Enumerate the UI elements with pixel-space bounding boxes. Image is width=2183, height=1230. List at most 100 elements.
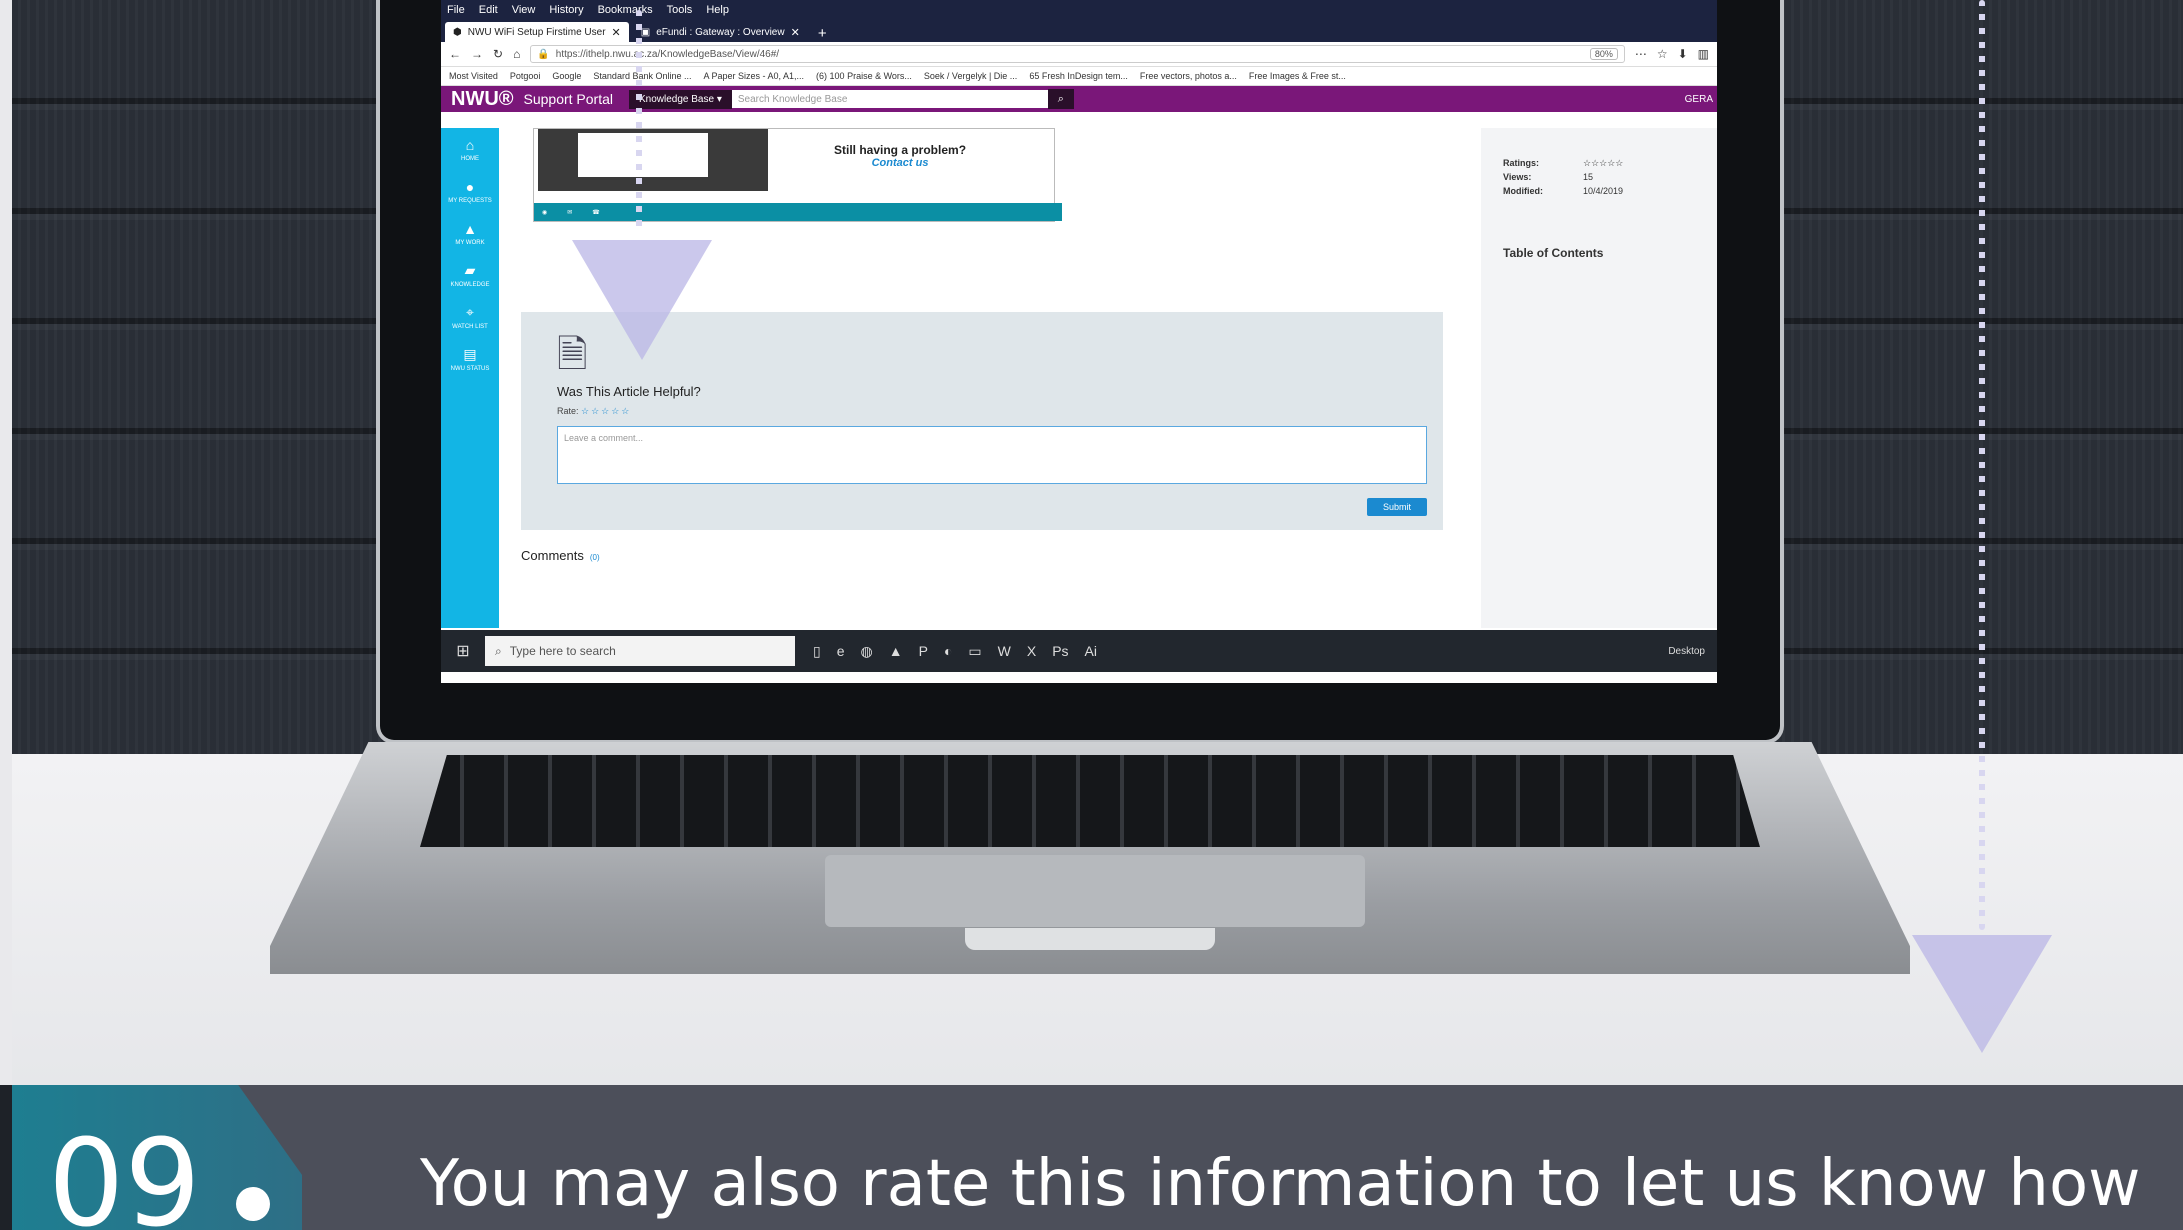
desktop-toolbar[interactable]: Desktop xyxy=(1668,646,1717,657)
menu-file[interactable]: File xyxy=(447,4,465,16)
menu-view[interactable]: View xyxy=(512,4,536,16)
user-name[interactable]: GERA xyxy=(1685,94,1717,105)
menu-tools[interactable]: Tools xyxy=(667,4,693,16)
menu-help[interactable]: Help xyxy=(706,4,729,16)
new-tab-icon[interactable]: + xyxy=(812,25,833,42)
modified-label: Modified: xyxy=(1503,186,1543,196)
bookmark-item[interactable]: Google xyxy=(552,71,581,81)
tab-nwu-wifi[interactable]: ⬢ NWU WiFi Setup Firstime User ✕ xyxy=(445,22,629,42)
bookmark-item[interactable]: Free Images & Free st... xyxy=(1249,71,1346,81)
back-arrow-icon[interactable]: ← xyxy=(449,47,461,61)
step-dot xyxy=(236,1187,270,1221)
tab-label: NWU WiFi Setup Firstime User xyxy=(467,26,606,38)
nav-label: MY WORK xyxy=(455,239,485,246)
excel-icon[interactable]: X xyxy=(1027,643,1036,660)
nav-my-work[interactable]: ▲ MY WORK xyxy=(441,212,499,254)
edge-icon[interactable]: e xyxy=(837,643,845,660)
portal-title: Support Portal xyxy=(523,91,614,107)
home-icon[interactable]: ⌂ xyxy=(513,47,520,61)
library-icon[interactable]: ▥ xyxy=(1698,47,1709,61)
helpful-question: Was This Article Helpful? xyxy=(557,384,701,399)
nwu-favicon-icon: ⬢ xyxy=(453,26,462,38)
task-view-icon[interactable]: ▯ xyxy=(813,643,821,660)
article-meta: Ratings: ☆☆☆☆☆ Views: 15 Modified: 10/4/201… xyxy=(1503,156,1623,198)
laptop-trackpad xyxy=(825,855,1365,927)
close-icon[interactable]: ✕ xyxy=(612,26,621,39)
article-content: Still having a problem? Contact us ◉ ✉ ☎… xyxy=(499,128,1539,628)
menu-history[interactable]: History xyxy=(549,4,583,16)
page-favicon-icon: ▣ xyxy=(640,26,651,38)
chrome-icon[interactable]: ◍ xyxy=(861,643,873,660)
star-icon[interactable]: ☆ xyxy=(1657,47,1668,61)
left-edge-bar xyxy=(0,0,12,1085)
illustrator-icon[interactable]: Ai xyxy=(1085,643,1097,660)
status-icon: ▤ xyxy=(463,346,477,362)
search-icon[interactable]: ⌕ xyxy=(1047,89,1074,109)
file-explorer-icon[interactable]: ▭ xyxy=(968,643,981,660)
contact-strip: ◉ ✉ ☎ xyxy=(534,203,1062,221)
nav-label: NWU STATUS xyxy=(450,366,490,372)
phone-icon: ☎ xyxy=(592,209,600,216)
kb-search-input[interactable]: Search Knowledge Base xyxy=(731,90,1048,108)
nav-nwu-status[interactable]: ▤ NWU STATUS xyxy=(441,338,499,380)
acrobat-icon[interactable]: ▲ xyxy=(889,643,903,660)
contact-link[interactable]: Contact us xyxy=(834,157,966,169)
url-text: https://ithelp.nwu.ac.za/KnowledgeBase/V… xyxy=(555,48,780,60)
more-actions-icon[interactable]: ⋯ xyxy=(1635,47,1647,61)
nav-my-requests[interactable]: ● MY REQUESTS xyxy=(441,170,499,212)
lock-icon: 🔒 xyxy=(537,48,550,60)
bookmark-item[interactable]: Free vectors, photos a... xyxy=(1140,71,1237,81)
bookmark-item[interactable]: Standard Bank Online ... xyxy=(593,71,691,81)
bookmark-item[interactable]: Most Visited xyxy=(449,71,498,81)
menu-edit[interactable]: Edit xyxy=(479,4,498,16)
forward-arrow-icon[interactable]: → xyxy=(471,47,483,61)
rating-stars[interactable]: ☆☆☆☆☆ xyxy=(581,406,631,416)
bookmark-item[interactable]: Soek / Vergelyk | Die ... xyxy=(924,71,1017,81)
firefox-icon[interactable]: ◐ xyxy=(944,643,952,660)
bookmarks-bar: Most Visited Potgooi Google Standard Ban… xyxy=(441,67,1717,86)
bookmark-item[interactable]: 65 Fresh InDesign tem... xyxy=(1029,71,1128,81)
reload-icon[interactable]: ↻ xyxy=(493,47,503,61)
nav-label: MY REQUESTS xyxy=(448,197,492,204)
nav-watch-list[interactable]: ⌖ WATCH LIST xyxy=(441,296,499,338)
word-icon[interactable]: W xyxy=(998,643,1011,660)
nav-knowledge[interactable]: ▰ KNOWLEDGE xyxy=(441,254,499,296)
table-of-contents[interactable]: Table of Contents xyxy=(1503,246,1603,260)
powerpoint-icon[interactable]: P xyxy=(919,643,928,660)
nav-label: KNOWLEDGE xyxy=(450,282,490,288)
article-meta-panel: Ratings: ☆☆☆☆☆ Views: 15 Modified: 10/4/201… xyxy=(1481,128,1717,628)
comments-count: (0) xyxy=(589,553,600,562)
down-arrow-left-icon xyxy=(572,240,712,360)
taskbar-search[interactable]: ⌕ Type here to search xyxy=(485,636,795,666)
taskbar-search-text: Type here to search xyxy=(509,644,616,658)
ratings-label: Ratings: xyxy=(1503,158,1539,168)
knowledge-base-dropdown[interactable]: Knowledge Base ▾ xyxy=(629,89,732,109)
bookmark-item[interactable]: A Paper Sizes - A0, A1,... xyxy=(703,71,804,81)
windows-start-icon[interactable]: ⊞ xyxy=(441,641,485,661)
menu-bookmarks[interactable]: Bookmarks xyxy=(598,4,653,16)
comments-label: Comments xyxy=(521,548,584,563)
site-header: NWU® Support Portal Knowledge Base ▾ Sea… xyxy=(441,86,1717,112)
tab-efundi[interactable]: ▣ eFundi : Gateway : Overview ✕ xyxy=(633,22,808,42)
nav-label: HOME xyxy=(461,155,479,162)
browser-tabs: ⬢ NWU WiFi Setup Firstime User ✕ ▣ eFund… xyxy=(441,20,1717,42)
browser-menubar: File Edit View History Bookmarks Tools H… xyxy=(441,0,1717,20)
comment-textarea[interactable]: Leave a comment... xyxy=(557,426,1427,484)
zoom-level[interactable]: 80% xyxy=(1589,48,1618,60)
laptop-notch xyxy=(965,928,1215,950)
nav-home[interactable]: ⌂ HOME xyxy=(441,128,499,170)
laptop-keyboard xyxy=(420,755,1760,847)
bookmark-item[interactable]: Potgooi xyxy=(510,71,541,81)
bookmark-item[interactable]: (6) 100 Praise & Wors... xyxy=(816,71,912,81)
url-bar[interactable]: 🔒 https://ithelp.nwu.ac.za/KnowledgeBase… xyxy=(530,45,1625,63)
download-icon[interactable]: ⬇ xyxy=(1678,47,1688,61)
down-arrow-right-icon xyxy=(1912,935,2052,1053)
photoshop-icon[interactable]: Ps xyxy=(1052,643,1068,660)
nwu-logo[interactable]: NWU® xyxy=(441,88,524,111)
caption-text: You may also rate this information to le… xyxy=(420,1147,2141,1221)
views-label: Views: xyxy=(1503,172,1532,182)
submit-button[interactable]: Submit xyxy=(1366,498,1427,516)
help-title: Still having a problem? xyxy=(834,143,967,157)
banner-photo xyxy=(538,129,768,191)
close-icon[interactable]: ✕ xyxy=(791,26,800,39)
